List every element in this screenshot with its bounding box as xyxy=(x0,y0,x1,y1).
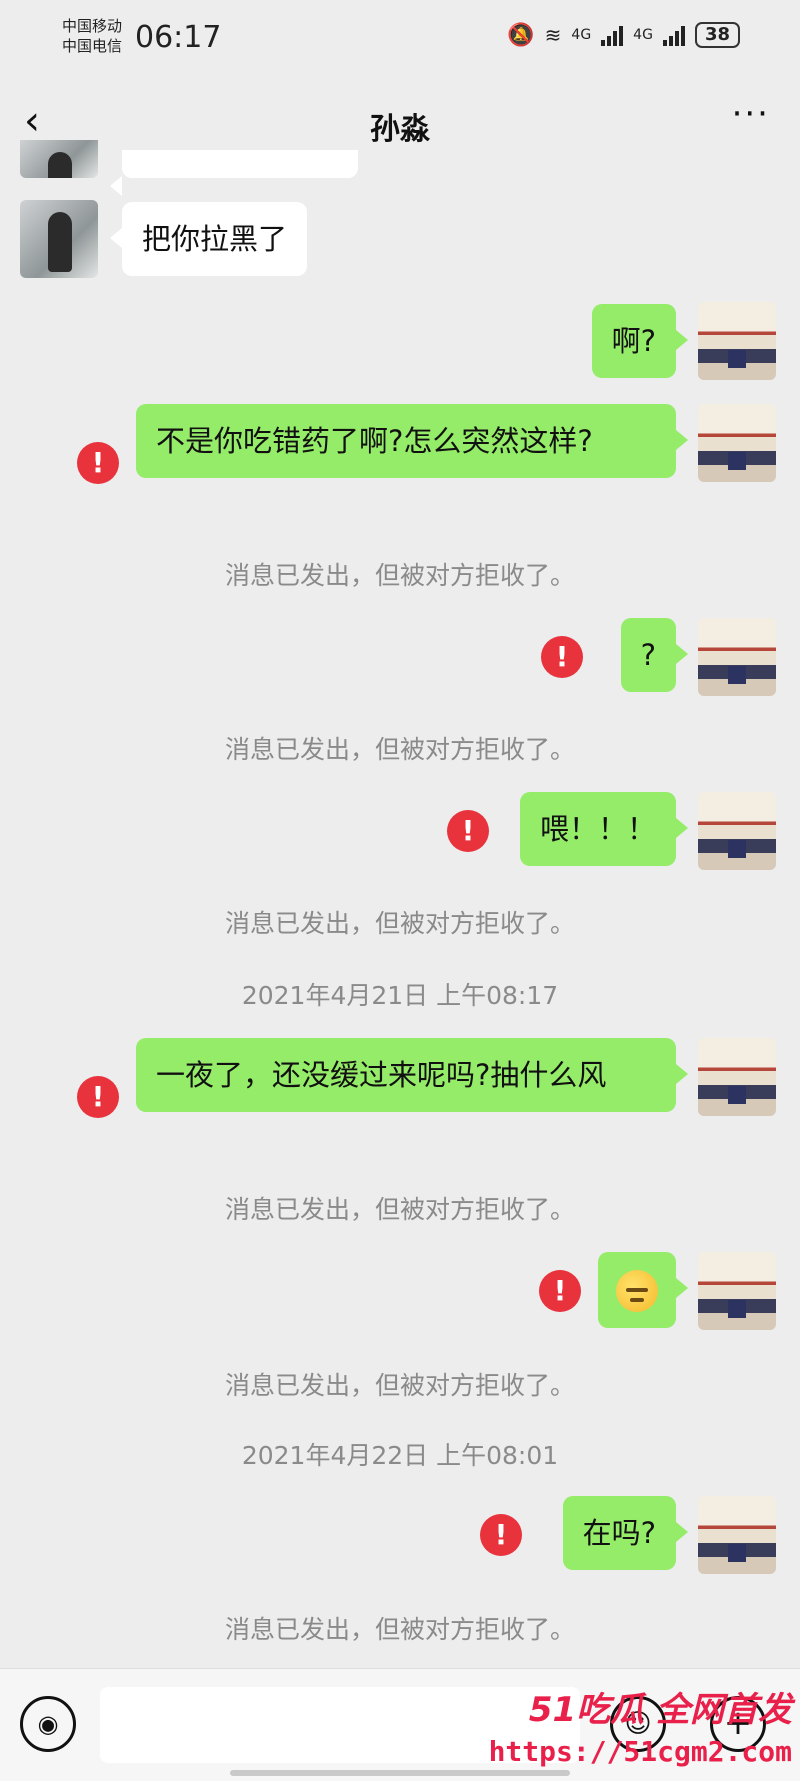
rejected-notice: 消息已发出，但被对方拒收了。 xyxy=(224,909,575,938)
message-bubble[interactable]: 一夜了，还没缓过来呢吗?抽什么风 xyxy=(136,1038,688,1112)
rejected-notice: 消息已发出，但被对方拒收了。 xyxy=(224,561,575,590)
my-avatar[interactable] xyxy=(698,1038,776,1116)
timestamp: 2021年4月21日 上午08:17 xyxy=(241,981,559,1010)
my-avatar[interactable] xyxy=(698,302,776,380)
mute-bell-icon: 🔕 xyxy=(507,22,535,48)
carrier-1: 中国移动 xyxy=(62,17,123,35)
network-label-1: 4G xyxy=(571,27,592,43)
network-label-2: 4G xyxy=(633,27,653,43)
my-avatar[interactable] xyxy=(698,1496,776,1574)
watermark: 51吃瓜 全网首发 https://51cgm2.com xyxy=(489,1682,792,1768)
wifi-icon: ≋ xyxy=(544,23,562,47)
message-bubble[interactable]: ? xyxy=(620,618,689,692)
send-failed-icon[interactable]: ! xyxy=(539,1270,581,1312)
more-icon[interactable]: ··· xyxy=(732,94,770,134)
my-avatar[interactable] xyxy=(698,792,776,870)
sweat-smile-emoji-icon xyxy=(616,1270,658,1312)
my-avatar[interactable] xyxy=(698,404,776,482)
my-avatar[interactable] xyxy=(698,1252,776,1330)
timestamp: 2021年4月22日 上午08:01 xyxy=(241,1441,559,1470)
message-bubble[interactable]: 喂！！！ xyxy=(519,792,689,866)
message-bubble[interactable]: 啊? xyxy=(591,304,689,378)
message-bubble[interactable]: 把你拉黑了 xyxy=(109,202,308,276)
rejected-notice: 消息已发出，但被对方拒收了。 xyxy=(224,1615,575,1644)
watermark-url: https://51cgm2.com xyxy=(488,1735,792,1768)
contact-avatar[interactable] xyxy=(20,200,98,278)
send-failed-icon[interactable]: ! xyxy=(480,1514,522,1556)
message-bubble[interactable]: 不是你吃错药了啊?怎么突然这样? xyxy=(136,404,688,478)
signal-icon xyxy=(601,24,624,46)
message-bubble[interactable]: 在吗? xyxy=(562,1496,689,1570)
send-failed-icon[interactable]: ! xyxy=(447,810,489,852)
rejected-notice: 消息已发出，但被对方拒收了。 xyxy=(224,735,575,764)
signal-icon xyxy=(662,24,685,46)
send-failed-icon[interactable]: ! xyxy=(541,636,583,678)
message-bubble-cut xyxy=(110,150,358,196)
watermark-brand: 51吃瓜 全网首发 xyxy=(528,1690,792,1730)
send-failed-icon[interactable]: ! xyxy=(77,442,119,484)
clock: 06:17 xyxy=(135,20,222,55)
contact-avatar[interactable] xyxy=(20,140,98,178)
chat-screen: 中国移动 中国电信 06:17 🔕 ≋ 4G 4G 38 ‹ 孙淼 ··· 把你… xyxy=(0,0,800,1781)
send-failed-icon[interactable]: ! xyxy=(77,1076,119,1118)
home-indicator[interactable] xyxy=(230,1770,570,1776)
status-bar: 中国移动 中国电信 06:17 🔕 ≋ 4G 4G 38 xyxy=(0,0,800,80)
my-avatar[interactable] xyxy=(698,618,776,696)
chat-header: ‹ 孙淼 ··· xyxy=(0,80,800,164)
status-icons: 🔕 ≋ 4G 4G 38 xyxy=(507,22,740,48)
rejected-notice: 消息已发出，但被对方拒收了。 xyxy=(224,1195,575,1224)
battery-icon: 38 xyxy=(694,22,740,48)
rejected-notice: 消息已发出，但被对方拒收了。 xyxy=(224,1371,575,1400)
voice-icon[interactable]: ◉ xyxy=(20,1696,76,1752)
carriers: 中国移动 中国电信 xyxy=(62,16,122,56)
chat-title: 孙淼 xyxy=(370,112,430,147)
carrier-2: 中国电信 xyxy=(62,37,123,55)
message-bubble-emoji[interactable] xyxy=(598,1252,688,1328)
